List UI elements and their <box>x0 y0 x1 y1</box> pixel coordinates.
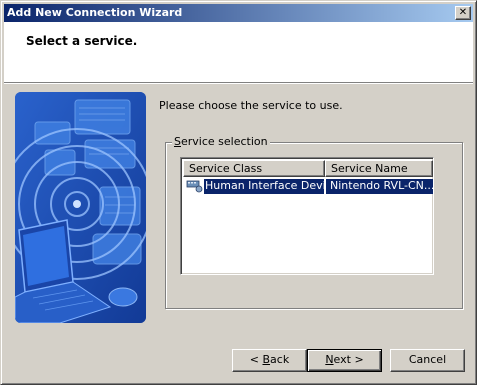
column-service-class[interactable]: Service Class <box>183 160 325 177</box>
window-title: Add New Connection Wizard <box>7 6 183 19</box>
page-title: Select a service. <box>26 34 138 48</box>
service-class-cell: Human Interface Device <box>204 179 324 194</box>
title-bar[interactable]: Add New Connection Wizard ✕ <box>4 4 473 22</box>
wizard-header: Select a service. <box>4 22 473 82</box>
close-icon: ✕ <box>458 7 468 18</box>
wizard-window: Add New Connection Wizard ✕ Select a ser… <box>0 0 477 385</box>
header-divider-highlight <box>4 83 473 84</box>
list-header: Service Class Service Name <box>183 160 433 177</box>
group-label: Service selection <box>172 135 270 148</box>
back-button[interactable]: < Back <box>232 349 307 372</box>
list-item[interactable]: Human Interface Device Nintendo RVL-CN..… <box>183 179 433 194</box>
connection-illustration-icon <box>15 92 146 323</box>
close-button[interactable]: ✕ <box>455 6 471 20</box>
column-service-name[interactable]: Service Name <box>325 160 433 177</box>
instruction-text: Please choose the service to use. <box>159 99 343 112</box>
service-list[interactable]: Service Class Service Name Human Interfa… <box>180 157 434 275</box>
service-name-cell: Nintendo RVL-CN... <box>326 179 433 194</box>
wizard-illustration <box>15 92 146 323</box>
next-button[interactable]: Next > <box>307 349 382 372</box>
hid-device-icon <box>186 179 204 194</box>
cancel-button[interactable]: Cancel <box>390 349 465 372</box>
service-selection-group: Service selection Service Class Service … <box>165 135 463 309</box>
